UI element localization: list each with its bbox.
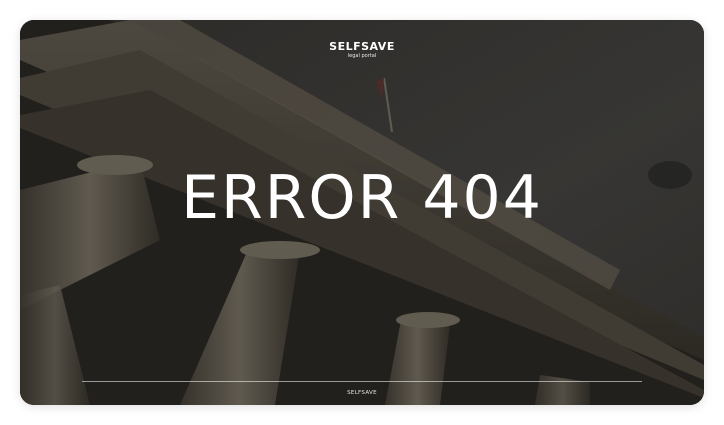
brand-name[interactable]: SELFSAVE <box>20 40 704 53</box>
error-card: SELFSAVE legal portal ERROR 404 SELFSAVE <box>20 20 704 405</box>
footer-divider <box>82 381 642 382</box>
brand-tagline: legal portal <box>347 53 377 59</box>
footer-brand: SELFSAVE <box>347 390 377 396</box>
error-headline: ERROR 404 <box>181 163 543 233</box>
brand[interactable]: SELFSAVE legal portal <box>20 40 704 60</box>
